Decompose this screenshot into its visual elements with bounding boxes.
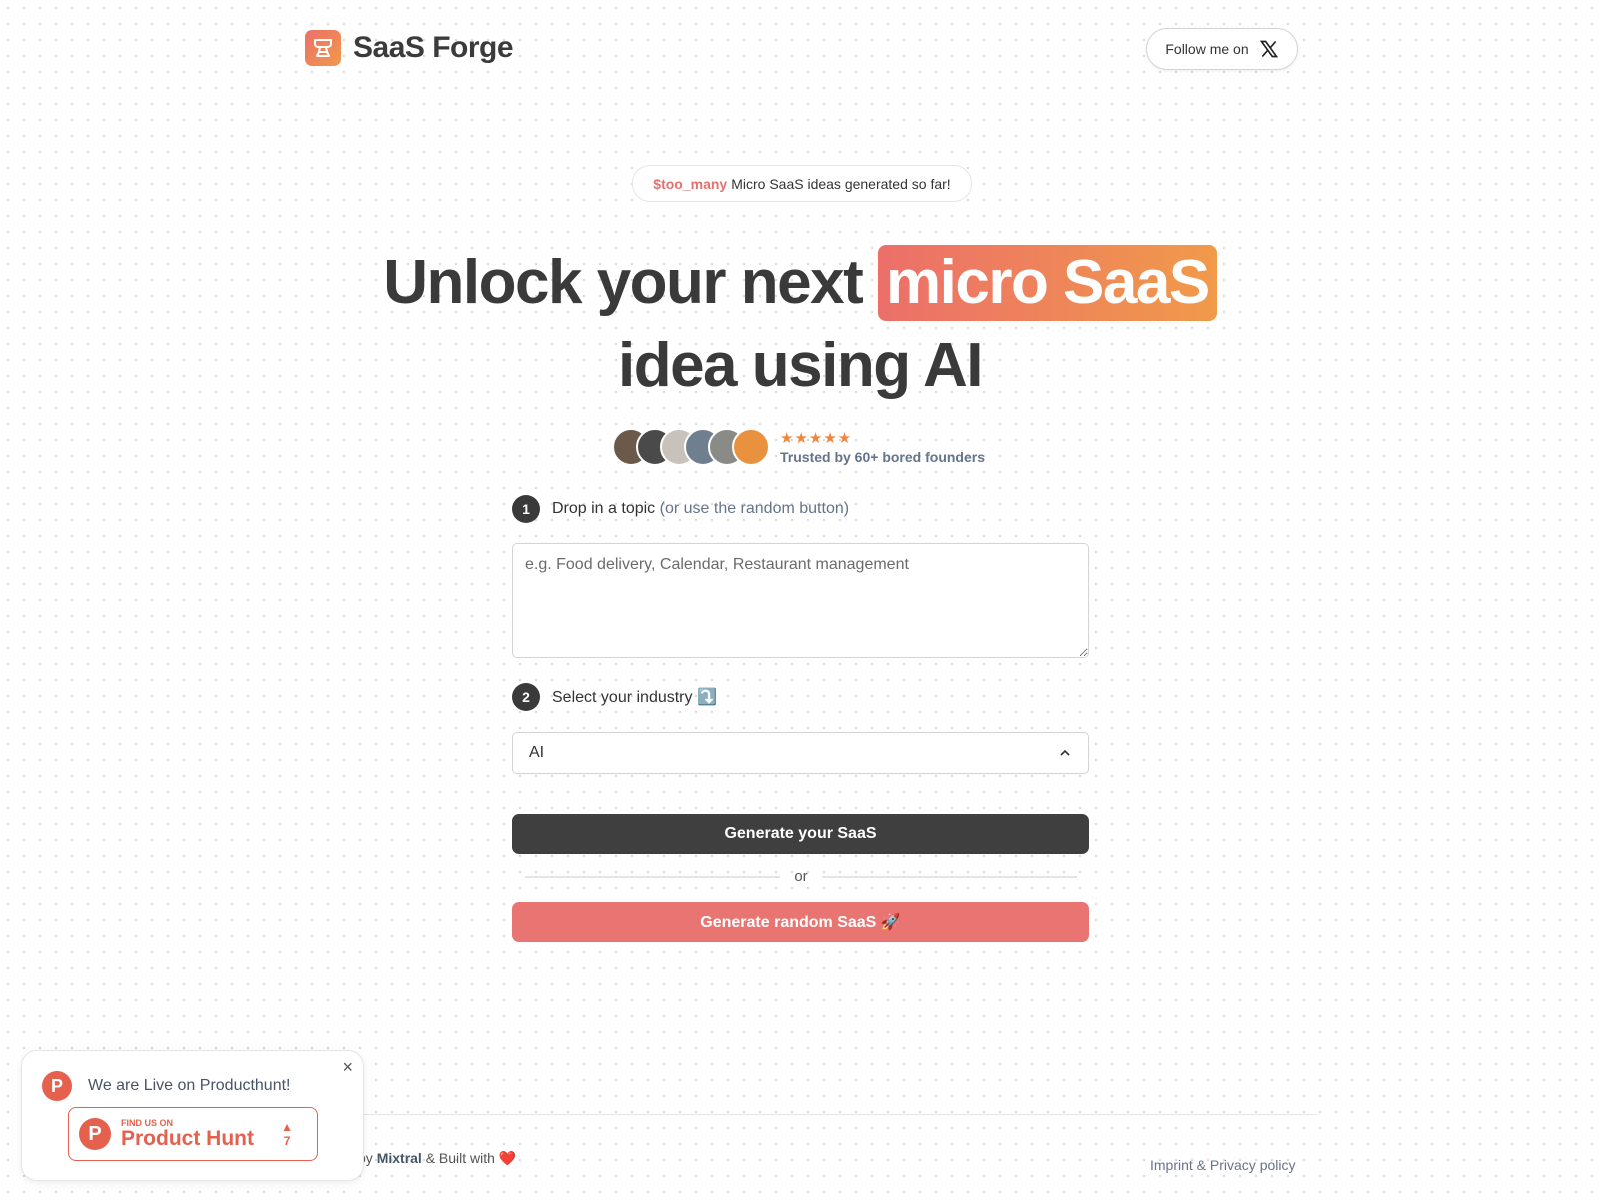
star-rating: ★★★★★: [780, 430, 853, 447]
chevron-up-icon: [1060, 749, 1070, 756]
generate-saas-button[interactable]: Generate your SaaS: [512, 814, 1089, 854]
avatar-group: [612, 428, 770, 466]
footer-model-link[interactable]: Mixtral: [377, 1150, 422, 1166]
hero-highlight: micro SaaS: [878, 245, 1217, 321]
step-1-title: Drop in a topic: [552, 500, 656, 517]
footer-credits: by Mixtral & Built with ❤️: [358, 1150, 516, 1167]
hero-title-line2: idea using AI: [617, 331, 984, 400]
divider-line: [525, 875, 781, 878]
badge-name: Product Hunt: [121, 1127, 254, 1150]
trusted-text: Trusted by 60+ bored founders: [780, 449, 985, 465]
hero-title-text: Unlock your next: [383, 248, 864, 317]
follow-on-x-button[interactable]: Follow me on: [1146, 28, 1298, 70]
brand-logo[interactable]: SaaS Forge: [305, 30, 514, 66]
producthunt-icon: P: [42, 1071, 72, 1101]
divider-line: [821, 875, 1077, 878]
imprint-privacy-link[interactable]: Imprint & Privacy policy: [1150, 1157, 1295, 1173]
step-2-label: 2 Select your industry ⤵️: [512, 683, 717, 711]
vote-number: 7: [283, 1134, 291, 1148]
step-1-hint: (or use the random button): [659, 500, 850, 517]
producthunt-badge[interactable]: P FIND US ON Product Hunt ▲ 7: [68, 1107, 318, 1161]
or-label: or: [794, 868, 808, 885]
anvil-icon: [305, 30, 341, 66]
counter-value: $too_many: [653, 175, 728, 192]
or-divider: or: [525, 868, 1077, 885]
upvote-triangle-icon: ▲: [281, 1120, 293, 1134]
footer-divider: [350, 1114, 1316, 1115]
counter-text: Micro SaaS ideas generated so far!: [731, 175, 951, 192]
follow-label: Follow me on: [1165, 41, 1249, 57]
ideas-counter-badge: $too_many Micro SaaS ideas generated so …: [632, 165, 972, 202]
topic-input[interactable]: [512, 543, 1089, 658]
footer-suffix: & Built with ❤️: [425, 1150, 517, 1166]
popup-title: We are Live on Producthunt!: [88, 1077, 291, 1094]
popup-header: P We are Live on Producthunt!: [42, 1071, 291, 1101]
step-2-title: Select your industry: [552, 689, 693, 706]
industry-select[interactable]: AI: [512, 732, 1089, 774]
producthunt-popup: × P We are Live on Producthunt! P FIND U…: [21, 1050, 364, 1181]
step-number: 1: [512, 495, 540, 523]
step-1-label: 1 Drop in a topic (or use the random but…: [512, 495, 849, 523]
x-logo-icon: [1259, 40, 1278, 58]
generate-random-saas-button[interactable]: Generate random SaaS 🚀: [512, 902, 1089, 942]
close-icon[interactable]: ×: [342, 1057, 353, 1078]
upvote-count: ▲ 7: [281, 1120, 293, 1148]
producthunt-logo-icon: P: [79, 1118, 111, 1150]
industry-selected-value: AI: [529, 744, 545, 761]
arrow-down-icon: ⤵️: [696, 689, 717, 706]
step-number: 2: [512, 683, 540, 711]
hero-title-line1: Unlock your next micro SaaS: [0, 245, 1600, 321]
social-proof: ★★★★★ Trusted by 60+ bored founders: [612, 428, 985, 466]
avatar: [732, 428, 770, 466]
brand-name: SaaS Forge: [353, 31, 514, 64]
